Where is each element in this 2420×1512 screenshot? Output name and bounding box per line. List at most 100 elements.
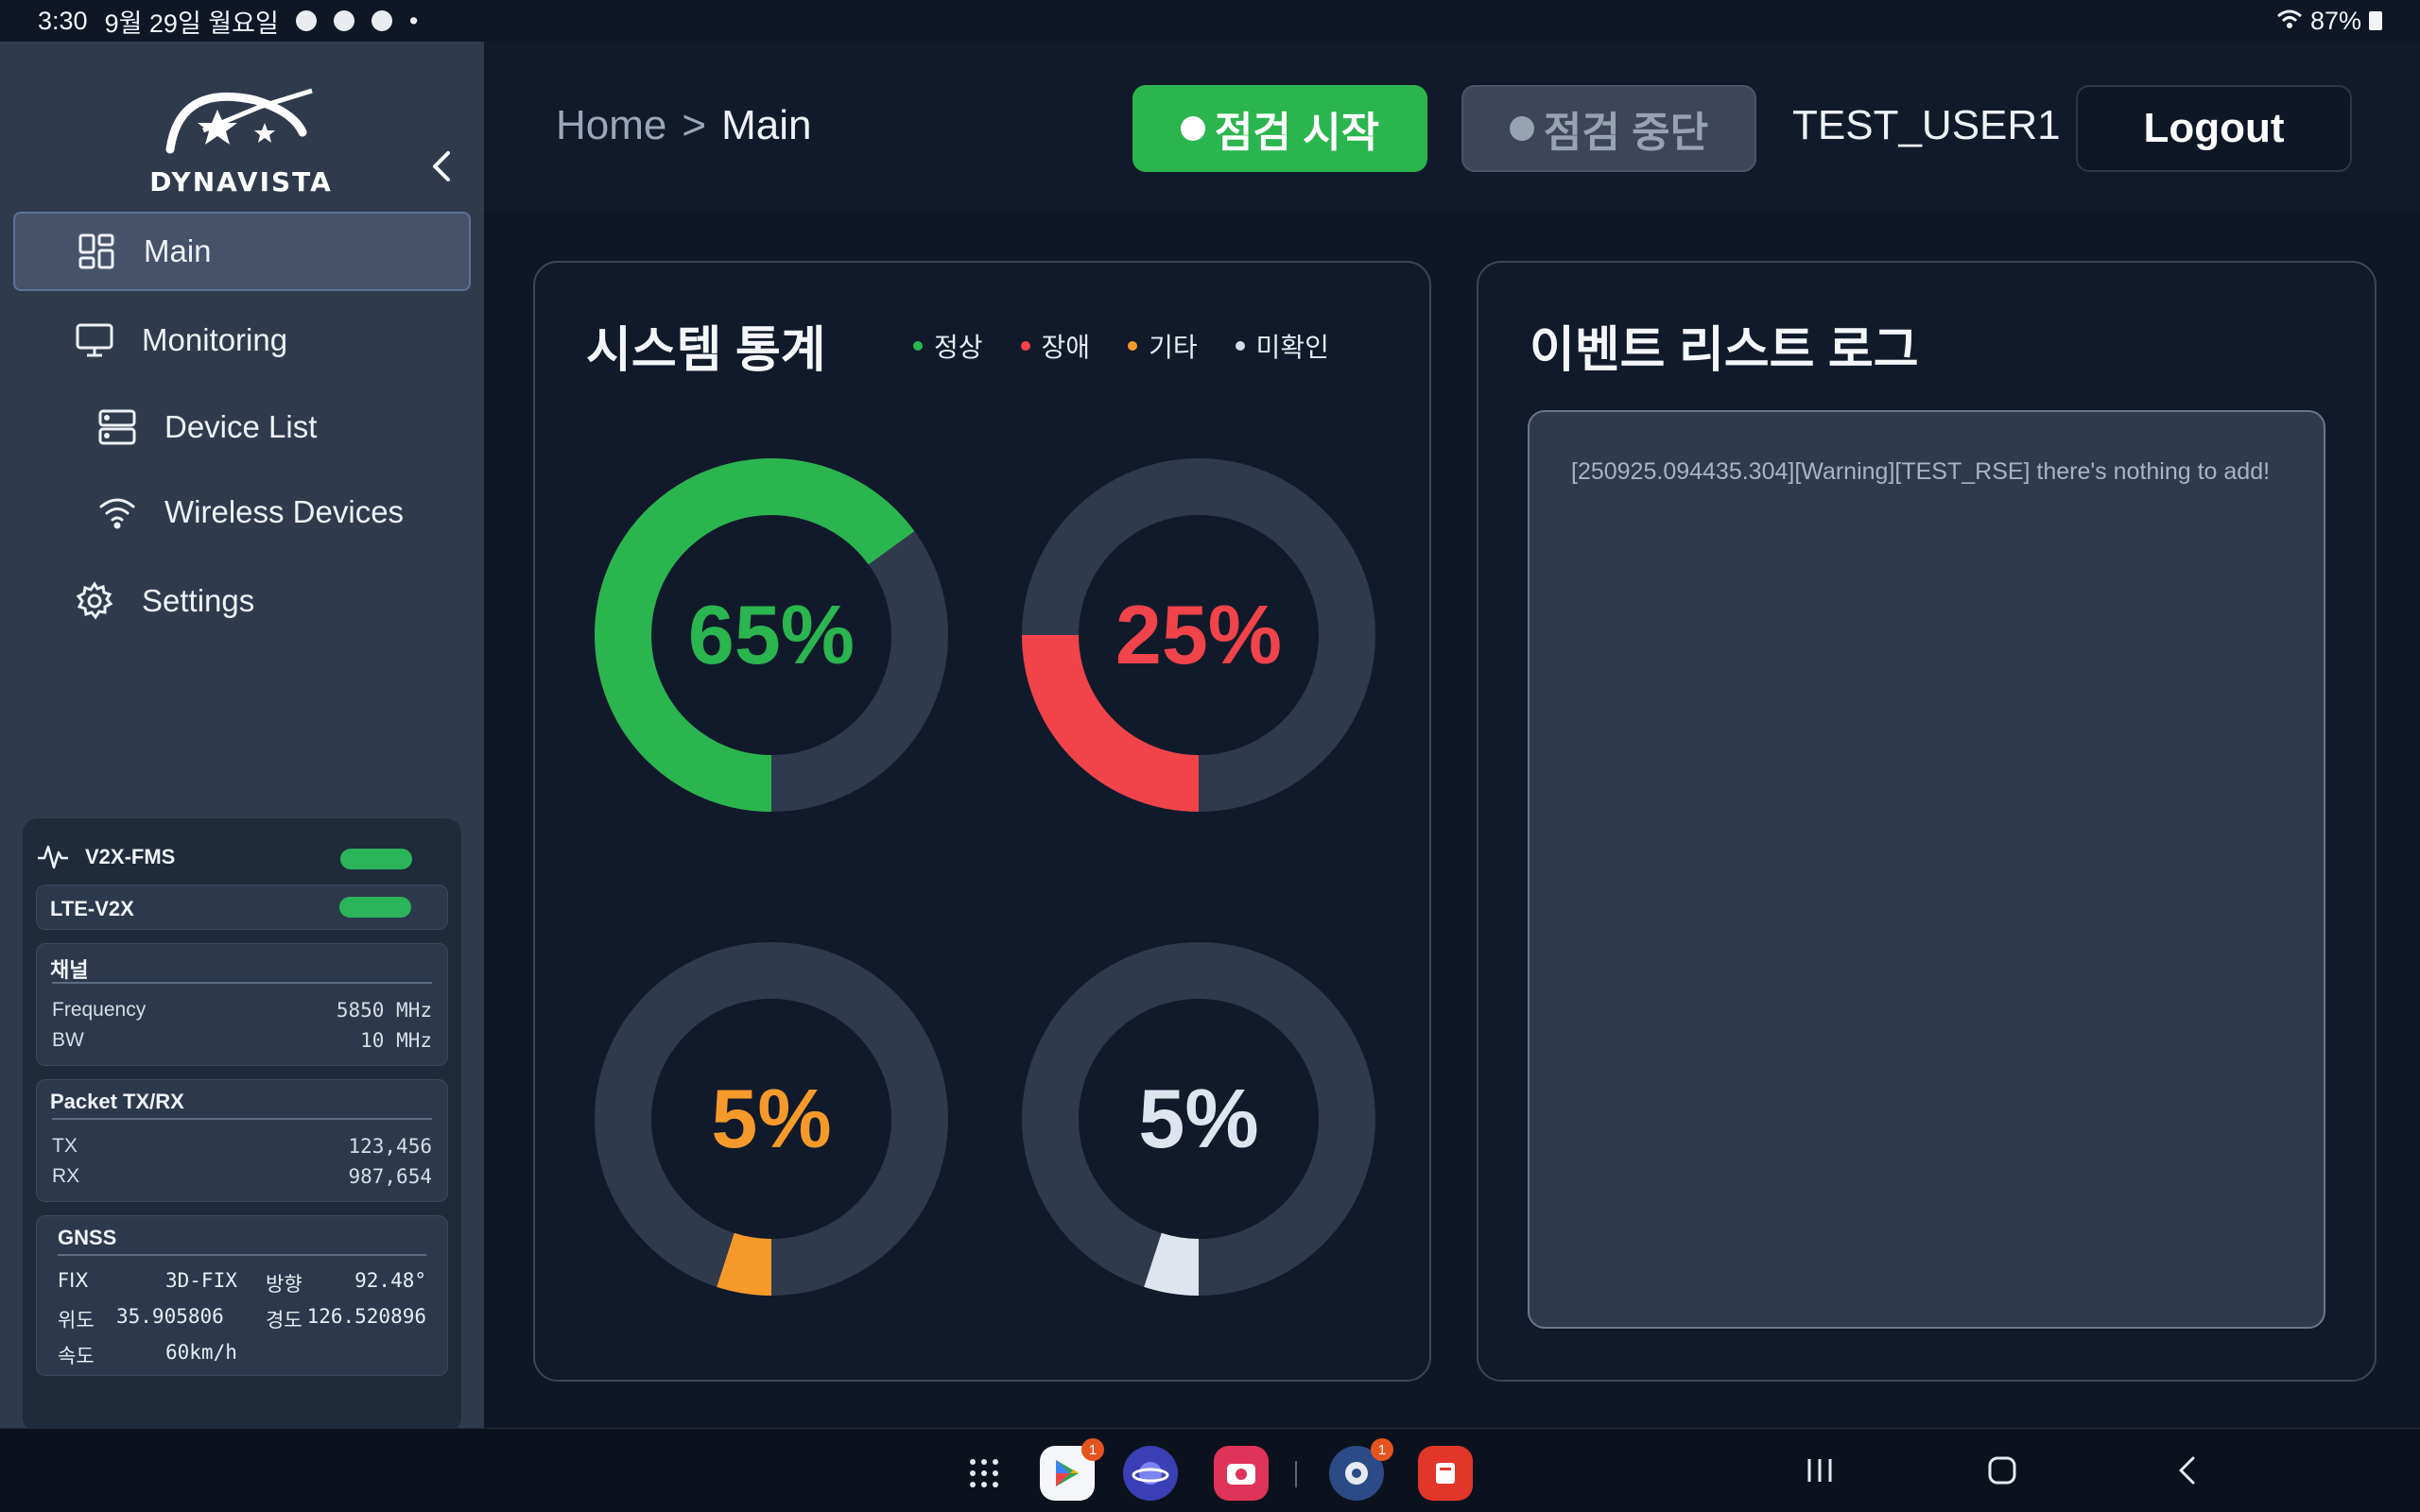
sidebar-item-label: Device List: [164, 409, 318, 444]
grid-icon: [72, 227, 121, 276]
app-drawer-icon[interactable]: [957, 1446, 1011, 1501]
wifi-status-icon: [2276, 7, 2303, 36]
bw-value: 10 MHz: [360, 1029, 432, 1052]
sidebar-item-monitoring[interactable]: Monitoring: [13, 301, 471, 380]
stats-title: 시스템 통계: [586, 323, 826, 378]
battery-icon: [2369, 11, 2382, 30]
legend-dot: [1235, 341, 1245, 351]
event-log-title: 이벤트 리스트 로그: [1530, 323, 1919, 378]
divider: [58, 1254, 426, 1256]
donut-normal: 65%: [592, 455, 951, 815]
fix-label: FIX: [58, 1269, 89, 1292]
battery-level: 87%: [2309, 6, 2361, 35]
frequency-value: 5850 MHz: [336, 999, 432, 1022]
breadcrumb-home[interactable]: Home: [556, 102, 666, 149]
divider: [52, 1118, 432, 1120]
sidebar-item-wireless-devices[interactable]: Wireless Devices: [13, 472, 471, 552]
event-log-entry: [250925.094435.304][Warning][TEST_RSE] t…: [1571, 458, 2271, 485]
legend-label: 정상: [934, 333, 983, 362]
donut-other: 5%: [592, 939, 951, 1298]
clock: 3:30: [38, 6, 88, 35]
sidebar-item-label: Settings: [142, 583, 255, 618]
donut-other-label: 5%: [711, 1072, 832, 1165]
collapse-sidebar-button[interactable]: [424, 147, 461, 185]
latitude-label: 위도: [58, 1310, 95, 1332]
legend-label: 장애: [1041, 333, 1091, 362]
start-inspection-label: 점검 시작: [1214, 110, 1380, 156]
play-store-icon[interactable]: 1: [1040, 1438, 1104, 1501]
date: 9월 29일 월요일: [104, 9, 279, 38]
breadcrumb-separator: >: [682, 102, 707, 148]
sidebar-item-device-list[interactable]: Device List: [13, 387, 471, 467]
bw-label: BW: [52, 1029, 84, 1051]
logo-text: DYNAVISTA: [149, 166, 333, 197]
breadcrumb-current: Main: [721, 102, 812, 148]
speed-label: 속도: [58, 1346, 95, 1367]
notes-app-icon[interactable]: [1418, 1446, 1473, 1501]
donut-unknown: 5%: [1019, 939, 1378, 1298]
longitude-value: 126.520896: [306, 1305, 426, 1328]
sidebar-item-label: Main: [144, 233, 212, 268]
divider: [52, 982, 432, 984]
sidebar-item-main[interactable]: Main: [13, 212, 471, 291]
logout-button[interactable]: Logout: [2076, 85, 2352, 172]
start-dot-icon: [1180, 116, 1205, 141]
gnss-section: GNSS FIX 3D-FIX 방향 92.48° 위도 35.905806 경…: [36, 1215, 448, 1376]
device-status-panel: V2X-FMS LTE-V2X 채널 Frequency 5850 MHz BW…: [23, 818, 461, 1433]
donut-normal-label: 65%: [687, 588, 856, 681]
notification-badge-icon: 1: [1371, 1438, 1393, 1461]
speed-value: 60km/h: [165, 1341, 237, 1364]
settings-app-icon[interactable]: 1: [1329, 1438, 1393, 1501]
stop-inspection-button[interactable]: 점검 중단: [1461, 85, 1756, 172]
lte-v2x-label: LTE-V2X: [50, 897, 134, 920]
back-icon[interactable]: [2172, 1453, 2204, 1492]
system-nav-bar: 1 1: [0, 1428, 2420, 1512]
start-inspection-button[interactable]: 점검 시작: [1132, 85, 1427, 172]
monitor-icon: [70, 316, 119, 365]
event-log-textarea[interactable]: [250925.094435.304][Warning][TEST_RSE] t…: [1528, 410, 2325, 1329]
home-icon[interactable]: [1985, 1453, 2019, 1492]
legend-item-normal: 정상: [913, 327, 983, 365]
activity-icon: [36, 839, 70, 878]
donut-fault: 25%: [1019, 455, 1378, 815]
dock-divider: [1295, 1461, 1297, 1487]
longitude-label: 경도: [266, 1310, 302, 1332]
rx-label: RX: [52, 1165, 80, 1187]
system-stats-card: 시스템 통계 정상 장애 기타 미확인 65% 25% 5% 5%: [533, 261, 1431, 1382]
legend-dot: [1020, 341, 1030, 351]
server-icon: [93, 403, 142, 452]
legend-dot: [1128, 341, 1138, 351]
donut-fault-label: 25%: [1115, 588, 1283, 681]
status-bar: 3:30 9월 29일 월요일 • 87%: [0, 0, 2420, 42]
channel-title: 채널: [50, 958, 89, 982]
username: TEST_USER1: [1792, 102, 2061, 148]
lte-v2x-status-indicator: [339, 897, 411, 918]
legend-item-unknown: 미확인: [1235, 327, 1329, 365]
legend-label: 기타: [1149, 333, 1198, 362]
legend-dot: [913, 341, 923, 351]
fix-value: 3D-FIX: [165, 1269, 237, 1292]
header: Home > Main 점검 시작 점검 중단 TEST_USER1 Logou…: [484, 42, 2420, 212]
sidebar-item-settings[interactable]: Settings: [13, 561, 471, 641]
sidebar: DYNAVISTA Main Monitoring Device List Wi…: [0, 42, 484, 1433]
notification-badge-icon: 1: [1081, 1438, 1104, 1461]
recent-apps-icon[interactable]: [1804, 1453, 1836, 1492]
donut-unknown-label: 5%: [1138, 1072, 1259, 1165]
internet-browser-icon[interactable]: [1123, 1446, 1178, 1501]
wifi-icon: [93, 488, 142, 537]
v2x-fms-status-indicator: [340, 849, 412, 869]
breadcrumb: Home > Main: [556, 102, 811, 149]
packet-title: Packet TX/RX: [50, 1090, 184, 1113]
v2x-fms-title: V2X-FMS: [85, 845, 176, 868]
gnss-title: GNSS: [58, 1226, 117, 1249]
stop-dot-icon: [1509, 116, 1534, 141]
heading-value: 92.48°: [354, 1269, 426, 1292]
rx-value: 987,654: [348, 1165, 432, 1188]
legend-item-other: 기타: [1128, 327, 1198, 365]
camera-app-icon[interactable]: [1214, 1446, 1269, 1501]
event-log-card: 이벤트 리스트 로그 [250925.094435.304][Warning][…: [1477, 261, 2377, 1382]
legend-label: 미확인: [1255, 333, 1329, 362]
sidebar-item-label: Monitoring: [142, 322, 288, 357]
packet-section: Packet TX/RX TX 123,456 RX 987,654: [36, 1079, 448, 1202]
bulb-icon: [333, 10, 354, 31]
